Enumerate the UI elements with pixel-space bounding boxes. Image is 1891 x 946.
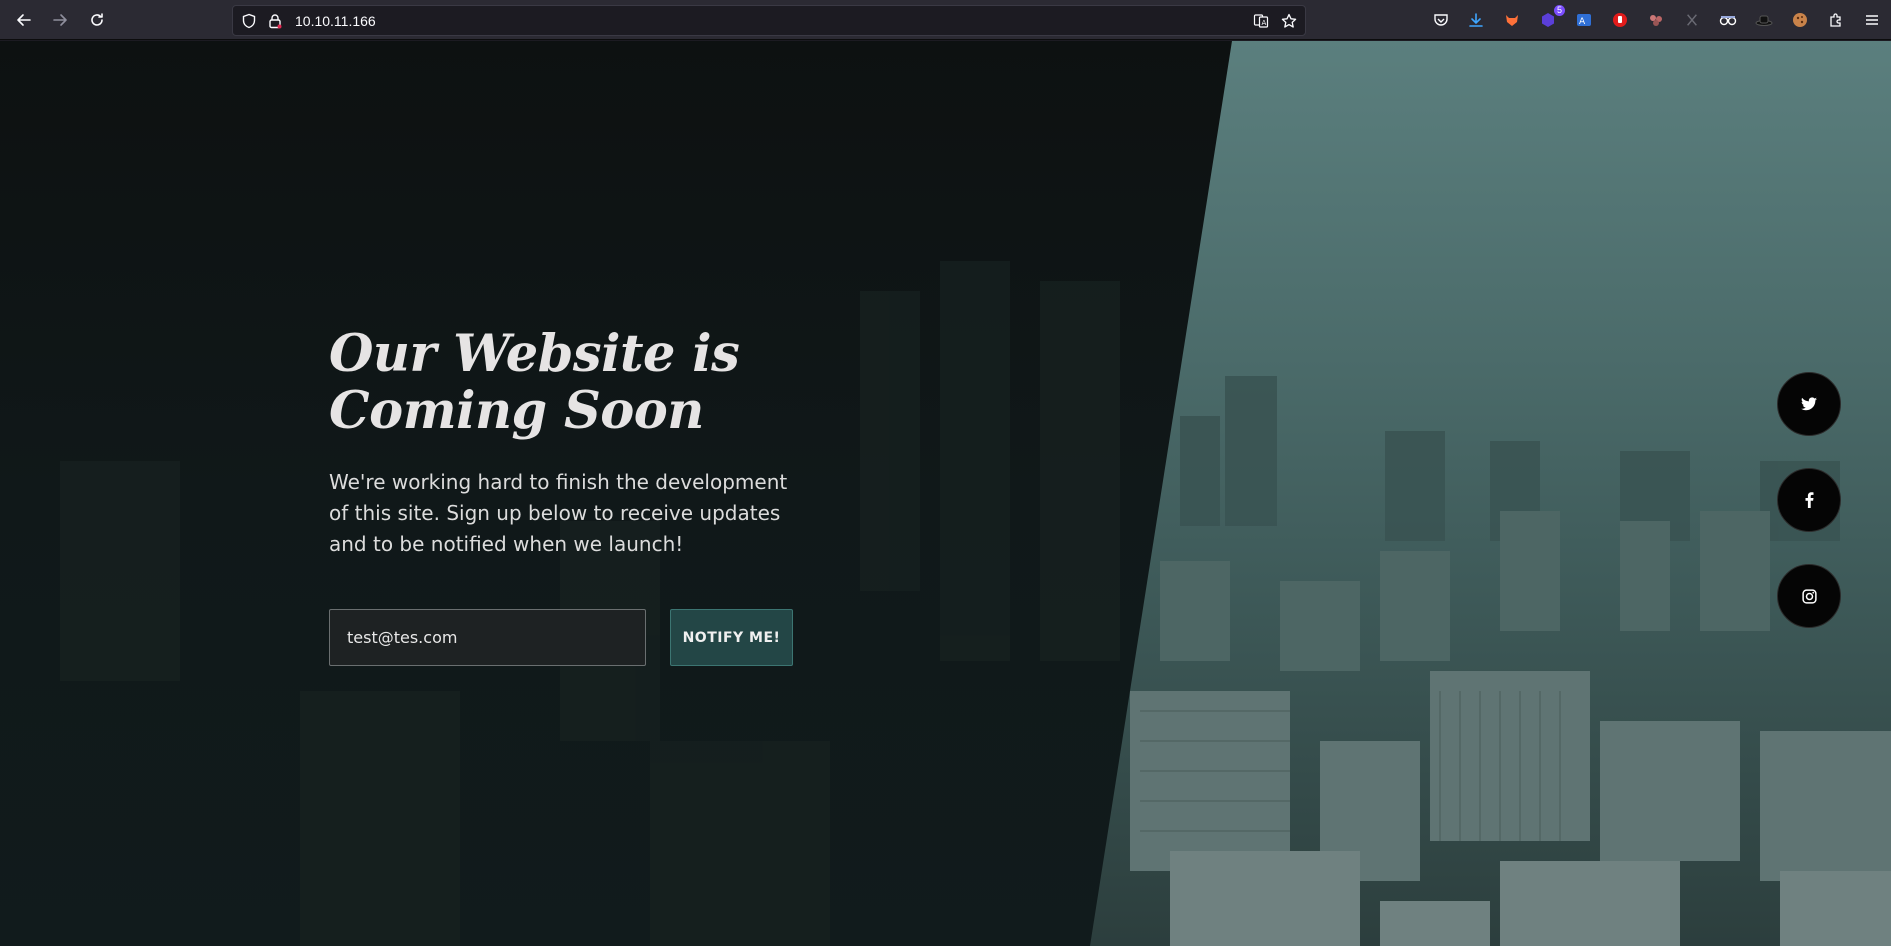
paw-extension-icon bbox=[1650, 15, 1662, 26]
fox-extension-button[interactable] bbox=[1501, 9, 1523, 31]
forward-button[interactable] bbox=[48, 8, 72, 32]
hero-title: Our Website is Coming Soon bbox=[329, 326, 789, 440]
extension-badge: 5 bbox=[1553, 5, 1565, 16]
puzzle-icon bbox=[1830, 13, 1841, 27]
stop-extension-icon bbox=[1613, 13, 1627, 27]
translate-extension-icon: A bbox=[1577, 14, 1591, 27]
star-icon[interactable] bbox=[1281, 13, 1297, 29]
menu-icon bbox=[1866, 15, 1878, 25]
hero-title-line2: Coming Soon bbox=[329, 381, 704, 441]
reload-icon bbox=[91, 13, 103, 26]
svg-text:A: A bbox=[1262, 19, 1267, 27]
reload-button[interactable] bbox=[85, 8, 109, 32]
extensions-button[interactable] bbox=[1825, 9, 1847, 31]
lock-icon[interactable] bbox=[267, 13, 283, 29]
shield-icon[interactable] bbox=[241, 13, 257, 29]
fox-extension-icon bbox=[1506, 15, 1518, 26]
facebook-icon bbox=[1805, 492, 1813, 508]
address-bar[interactable]: 10.10.11.166 A bbox=[232, 5, 1306, 36]
x-extension-icon bbox=[1687, 14, 1697, 26]
back-button[interactable] bbox=[12, 8, 36, 32]
translate-extension-button[interactable]: A bbox=[1573, 9, 1595, 31]
pocket-icon bbox=[1434, 14, 1448, 26]
hero-description: We're working hard to finish the develop… bbox=[329, 470, 788, 556]
spy-extension-icon bbox=[1719, 16, 1737, 26]
cube-extension-button[interactable]: 5 bbox=[1537, 5, 1565, 31]
downloads-button[interactable] bbox=[1465, 9, 1487, 31]
spy-extension-button[interactable] bbox=[1717, 9, 1739, 31]
download-icon bbox=[1469, 13, 1483, 27]
cube-extension-icon bbox=[1542, 13, 1554, 27]
cookie-extension-icon bbox=[1793, 13, 1807, 27]
stop-extension-button[interactable] bbox=[1609, 9, 1631, 31]
x-extension-button[interactable] bbox=[1681, 9, 1703, 31]
translate-icon[interactable]: A bbox=[1253, 13, 1269, 29]
instagram-icon bbox=[1801, 588, 1817, 604]
browser-toolbar: 10.10.11.166 A 5 A bbox=[0, 0, 1891, 40]
email-input[interactable] bbox=[329, 609, 646, 666]
url-text[interactable]: 10.10.11.166 bbox=[295, 13, 376, 30]
twitter-icon bbox=[1801, 397, 1817, 411]
hat-extension-button[interactable] bbox=[1753, 9, 1775, 31]
instagram-button[interactable] bbox=[1777, 564, 1841, 628]
web-page: Our Website is Coming Soon We're working… bbox=[0, 41, 1891, 946]
hat-extension-icon bbox=[1755, 15, 1773, 26]
dark-overlay-panel bbox=[0, 41, 1232, 946]
cookie-extension-button[interactable] bbox=[1789, 9, 1811, 31]
hero-title-line1: Our Website is bbox=[329, 324, 740, 384]
back-icon bbox=[17, 14, 31, 26]
pocket-button[interactable] bbox=[1430, 9, 1452, 31]
paw-extension-button[interactable] bbox=[1645, 9, 1667, 31]
notify-button[interactable]: NOTIFY ME! bbox=[670, 609, 793, 666]
menu-button[interactable] bbox=[1861, 9, 1883, 31]
svg-text:A: A bbox=[1579, 17, 1586, 27]
twitter-button[interactable] bbox=[1777, 372, 1841, 436]
forward-icon bbox=[53, 14, 67, 26]
facebook-button[interactable] bbox=[1777, 468, 1841, 532]
